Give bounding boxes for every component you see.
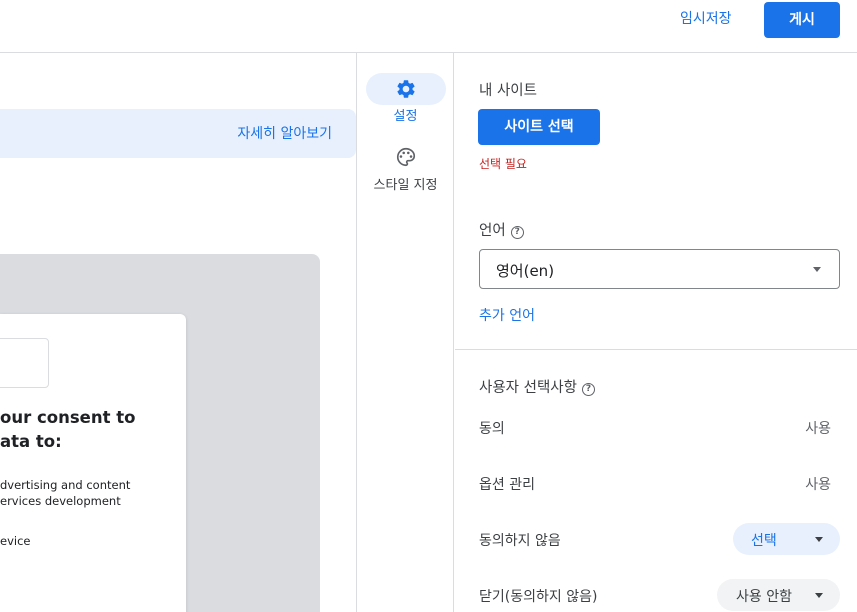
learn-more-link[interactable]: 자세히 알아보기 bbox=[237, 123, 332, 143]
choice-value-manage-options: 사용 bbox=[805, 477, 831, 493]
required-error: 선택 필요 bbox=[479, 157, 527, 171]
rail-item-label: 스타일 지정 bbox=[373, 178, 438, 193]
add-language-link[interactable]: 추가 언어 bbox=[479, 305, 535, 325]
rail-item-label: 설정 bbox=[393, 109, 418, 124]
help-icon[interactable]: ? bbox=[510, 226, 524, 239]
language-select[interactable]: 영어(en) bbox=[479, 249, 840, 289]
consent-heading: our consent to ata to: bbox=[0, 408, 136, 451]
purpose-line: evice bbox=[0, 534, 31, 548]
gear-icon bbox=[397, 80, 415, 98]
choice-value-accept: 사용 bbox=[805, 421, 831, 437]
close-dropdown[interactable]: 사용 안함 bbox=[717, 579, 840, 611]
publish-button[interactable]: 게시 bbox=[764, 2, 840, 38]
do-not-consent-dropdown[interactable]: 선택 bbox=[733, 523, 840, 555]
chevron-down-icon bbox=[815, 537, 823, 542]
consent-dialog-preview: our consent to ata to: dvertising and co… bbox=[0, 314, 186, 612]
purpose-line: ervices development bbox=[0, 494, 121, 508]
divider bbox=[455, 349, 857, 350]
user-choices-title: 사용자 선택사항? bbox=[479, 376, 595, 397]
rail-item-styling[interactable]: 스타일 지정 bbox=[357, 141, 454, 201]
top-bar: 임시저장 게시 bbox=[0, 0, 857, 53]
choice-label-close: 닫기(동의하지 않음) bbox=[479, 589, 598, 605]
my-site-title: 내 사이트 bbox=[479, 83, 537, 99]
save-draft-button[interactable]: 임시저장 bbox=[668, 8, 744, 30]
chevron-down-icon bbox=[815, 593, 823, 598]
consent-preview-frame: our consent to ata to: dvertising and co… bbox=[0, 254, 320, 612]
choice-label-manage-options: 옵션 관리 bbox=[479, 477, 535, 493]
language-value: 영어(en) bbox=[496, 262, 555, 280]
chevron-down-icon bbox=[813, 267, 821, 272]
logo-placeholder bbox=[0, 338, 49, 388]
choice-label-do-not-consent: 동의하지 않음 bbox=[479, 533, 561, 549]
language-title: 언어? bbox=[479, 219, 524, 240]
rail-item-settings[interactable]: 설정 bbox=[357, 53, 454, 128]
choice-label-accept: 동의 bbox=[479, 421, 505, 437]
purpose-line: dvertising and content bbox=[0, 478, 131, 492]
preview-area: 자세히 알아보기 our consent to ata to: dvertisi… bbox=[0, 53, 356, 612]
help-icon[interactable]: ? bbox=[582, 383, 595, 396]
settings-rail: 설정 스타일 지정 bbox=[356, 53, 454, 612]
settings-panel: 내 사이트 사이트 선택 선택 필요 언어? 영어(en) 추가 언어 사용자 … bbox=[455, 53, 857, 612]
select-site-button[interactable]: 사이트 선택 bbox=[478, 109, 600, 145]
info-banner: 자세히 알아보기 bbox=[0, 109, 356, 158]
palette-icon bbox=[397, 147, 416, 167]
